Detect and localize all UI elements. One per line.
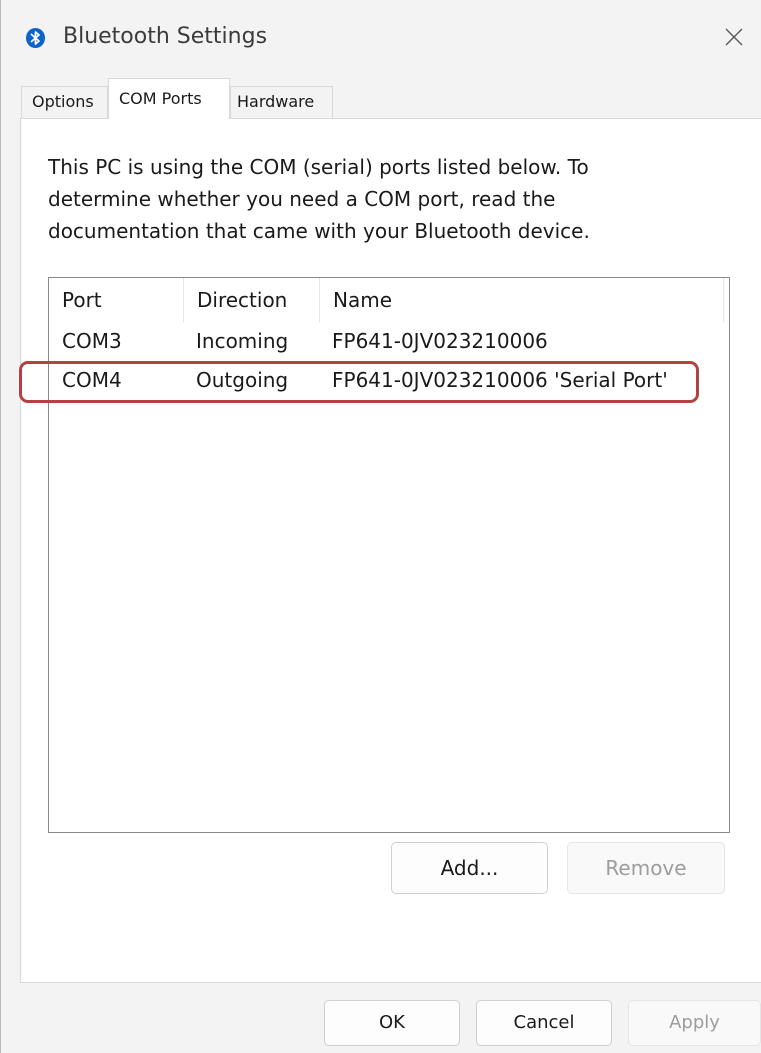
- list-header: Port Direction Name: [49, 278, 729, 322]
- column-header-direction[interactable]: Direction: [183, 278, 319, 322]
- table-row[interactable]: COM3 Incoming FP641-0JV023210006: [49, 322, 729, 360]
- cancel-button[interactable]: Cancel: [476, 1000, 612, 1046]
- row-port: COM3: [62, 329, 122, 353]
- apply-button[interactable]: Apply: [628, 1000, 761, 1046]
- bluetooth-settings-dialog: Bluetooth Settings Options COM Ports Har…: [0, 0, 761, 1053]
- tab-hardware[interactable]: Hardware: [230, 86, 333, 118]
- title-bar[interactable]: Bluetooth Settings: [1, 0, 761, 76]
- row-name: FP641-0JV023210006: [332, 329, 548, 353]
- row-direction: Incoming: [196, 329, 289, 353]
- ok-button[interactable]: OK: [324, 1000, 460, 1046]
- close-button[interactable]: [713, 14, 759, 60]
- column-header-name[interactable]: Name: [319, 278, 725, 322]
- row-highlight-annotation: [19, 361, 699, 403]
- tab-options[interactable]: Options: [21, 86, 108, 118]
- column-header-divider: [723, 278, 724, 322]
- com-ports-panel: This PC is using the COM (serial) ports …: [20, 118, 761, 983]
- add-button[interactable]: Add...: [391, 842, 548, 894]
- window-title: Bluetooth Settings: [63, 24, 268, 49]
- remove-button[interactable]: Remove: [567, 842, 725, 894]
- bluetooth-icon: [26, 28, 45, 48]
- tab-com-ports[interactable]: COM Ports: [108, 78, 230, 119]
- column-header-port[interactable]: Port: [62, 278, 196, 322]
- com-ports-description: This PC is using the COM (serial) ports …: [48, 155, 590, 243]
